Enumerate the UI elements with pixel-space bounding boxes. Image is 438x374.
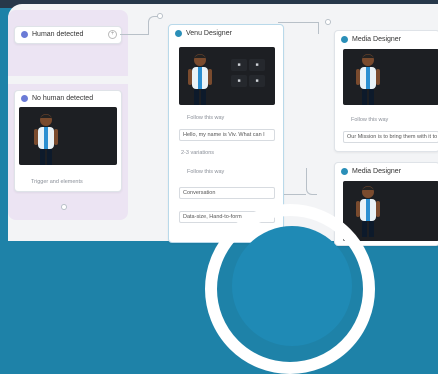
variation-count: 2-3 variations [181, 150, 215, 156]
avatar-figure [34, 114, 58, 165]
media-designer-card[interactable]: Media Designer Follow this way Our Missi… [334, 30, 438, 152]
lane-divider [8, 76, 128, 84]
action-label: Follow this way [187, 115, 225, 121]
avatar-figure [356, 54, 380, 105]
message-field[interactable]: Hello, my name is Viv. What can I [179, 129, 275, 141]
card-title: Media Designer [352, 167, 402, 175]
designer-icon [341, 167, 348, 175]
section-label: Follow this way [187, 169, 225, 175]
no-human-card[interactable]: No human detected Trigger and elements [14, 90, 122, 192]
card-header: Media Designer [335, 31, 438, 47]
person-icon [21, 30, 28, 38]
card-title: Human detected [32, 30, 84, 38]
avatar-figure [356, 186, 380, 237]
card-header: No human detected [15, 91, 121, 105]
human-detected-card[interactable]: Human detected + [14, 26, 122, 44]
person-icon [21, 94, 28, 102]
video-thumbnail[interactable] [343, 181, 438, 241]
avatar-figure [188, 54, 212, 105]
decorative-circle [232, 226, 352, 346]
connector-handle[interactable] [157, 13, 163, 19]
connector-handle[interactable] [325, 19, 331, 25]
designer-icon [175, 29, 182, 37]
choice-button[interactable]: ■ [249, 59, 265, 71]
footer-text: Trigger and elements [31, 179, 83, 185]
add-node-handle[interactable] [61, 204, 67, 210]
designer-icon [341, 35, 348, 43]
choice-button[interactable]: ■ [231, 75, 247, 87]
message-field[interactable]: Our Mission is to bring them with it to [343, 131, 438, 143]
flow-canvas[interactable]: Human detected + No human detected Trigg… [8, 4, 438, 246]
card-title: Venu Designer [186, 29, 232, 37]
video-thumbnail[interactable]: ■ ■ ■ ■ [179, 47, 275, 105]
card-title: No human detected [32, 94, 94, 102]
action-label: Follow this way [351, 117, 389, 123]
card-header: Media Designer [335, 163, 438, 179]
type-select[interactable]: Conversation [179, 187, 275, 199]
card-header: Venu Designer [169, 25, 283, 41]
add-icon[interactable]: + [108, 30, 117, 39]
connector [306, 168, 317, 195]
choice-button[interactable]: ■ [231, 59, 247, 71]
connector [120, 34, 148, 35]
choice-button[interactable]: ■ [249, 75, 265, 87]
video-thumbnail[interactable] [343, 49, 438, 105]
connector [278, 22, 318, 23]
video-thumbnail[interactable] [19, 107, 117, 165]
card-header: Human detected [15, 27, 121, 41]
card-title: Media Designer [352, 35, 402, 43]
